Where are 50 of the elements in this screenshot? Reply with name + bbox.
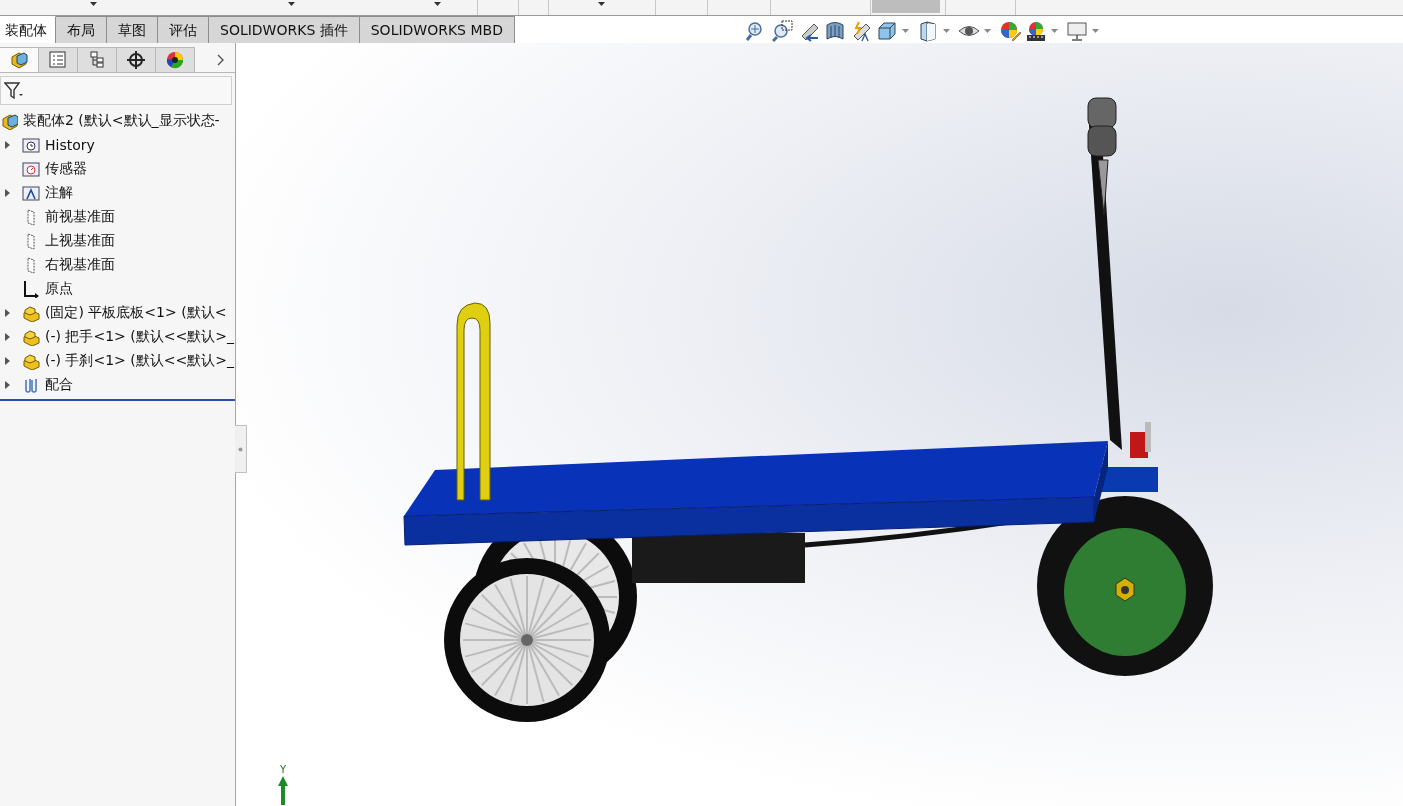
tree-item[interactable]: 上视基准面	[45, 232, 115, 250]
caret-icon[interactable]	[90, 2, 97, 7]
axis-arrow-icon	[277, 775, 289, 805]
caret-icon[interactable]	[288, 2, 295, 7]
tree-item[interactable]: (固定) 平板底板<1> (默认<	[45, 304, 227, 322]
scene-icon[interactable]	[1025, 20, 1047, 42]
caret-icon[interactable]	[434, 2, 441, 7]
cube-icon[interactable]	[876, 20, 898, 42]
command-tab[interactable]: SOLIDWORKS 插件	[209, 16, 360, 44]
color-pencil-icon[interactable]	[999, 20, 1021, 42]
clock-folder-icon	[22, 136, 40, 154]
panel-tab[interactable]	[0, 47, 39, 72]
panel-tab[interactable]	[78, 47, 117, 72]
crosshair-icon	[126, 50, 146, 70]
command-tab[interactable]: 草图	[107, 16, 158, 44]
panel-tab[interactable]	[156, 47, 195, 72]
tree-item[interactable]: 装配体2 (默认<默认_显示状态-	[23, 112, 220, 130]
origin-icon	[22, 280, 40, 298]
tree-item[interactable]: 配合	[45, 376, 73, 394]
command-tab[interactable]: 评估	[158, 16, 209, 44]
command-tab[interactable]: 布局	[56, 16, 107, 44]
assembly-tree-icon	[9, 50, 29, 70]
part-icon	[22, 328, 40, 346]
tree-item[interactable]: History	[45, 137, 95, 153]
command-tab[interactable]: SOLIDWORKS MBD	[359, 16, 515, 44]
gauge-folder-icon	[22, 160, 40, 178]
tree-item[interactable]: 右视基准面	[45, 256, 115, 274]
assembly-icon	[0, 112, 18, 130]
tree-item[interactable]: 前视基准面	[45, 208, 115, 226]
panel-tab[interactable]	[117, 47, 156, 72]
axis-label: Y	[279, 765, 287, 775]
annotation-folder-icon	[22, 184, 40, 202]
tree-item[interactable]: 原点	[45, 280, 73, 298]
box-shading-icon[interactable]	[917, 20, 939, 42]
zoom-area-icon[interactable]	[772, 20, 794, 42]
tree-item[interactable]: 注解	[45, 184, 73, 202]
configuration-tree-icon	[87, 50, 107, 70]
panel-collapse-handle[interactable]	[235, 425, 247, 473]
tree-item[interactable]: 传感器	[45, 160, 87, 178]
part-icon	[22, 304, 40, 322]
filter-icon[interactable]	[4, 81, 24, 100]
paperclip-icon	[22, 376, 40, 394]
tree-item[interactable]: (-) 手刹<1> (默认<<默认>_	[45, 352, 234, 370]
color-wheel-icon	[165, 50, 185, 70]
monitor-icon[interactable]	[1066, 20, 1088, 42]
chevron-icon[interactable]	[217, 53, 225, 66]
property-list-icon	[48, 50, 68, 70]
caret-icon[interactable]	[598, 2, 605, 7]
part-icon	[22, 352, 40, 370]
tree-item[interactable]: (-) 把手<1> (默认<<默认>_	[45, 328, 234, 346]
